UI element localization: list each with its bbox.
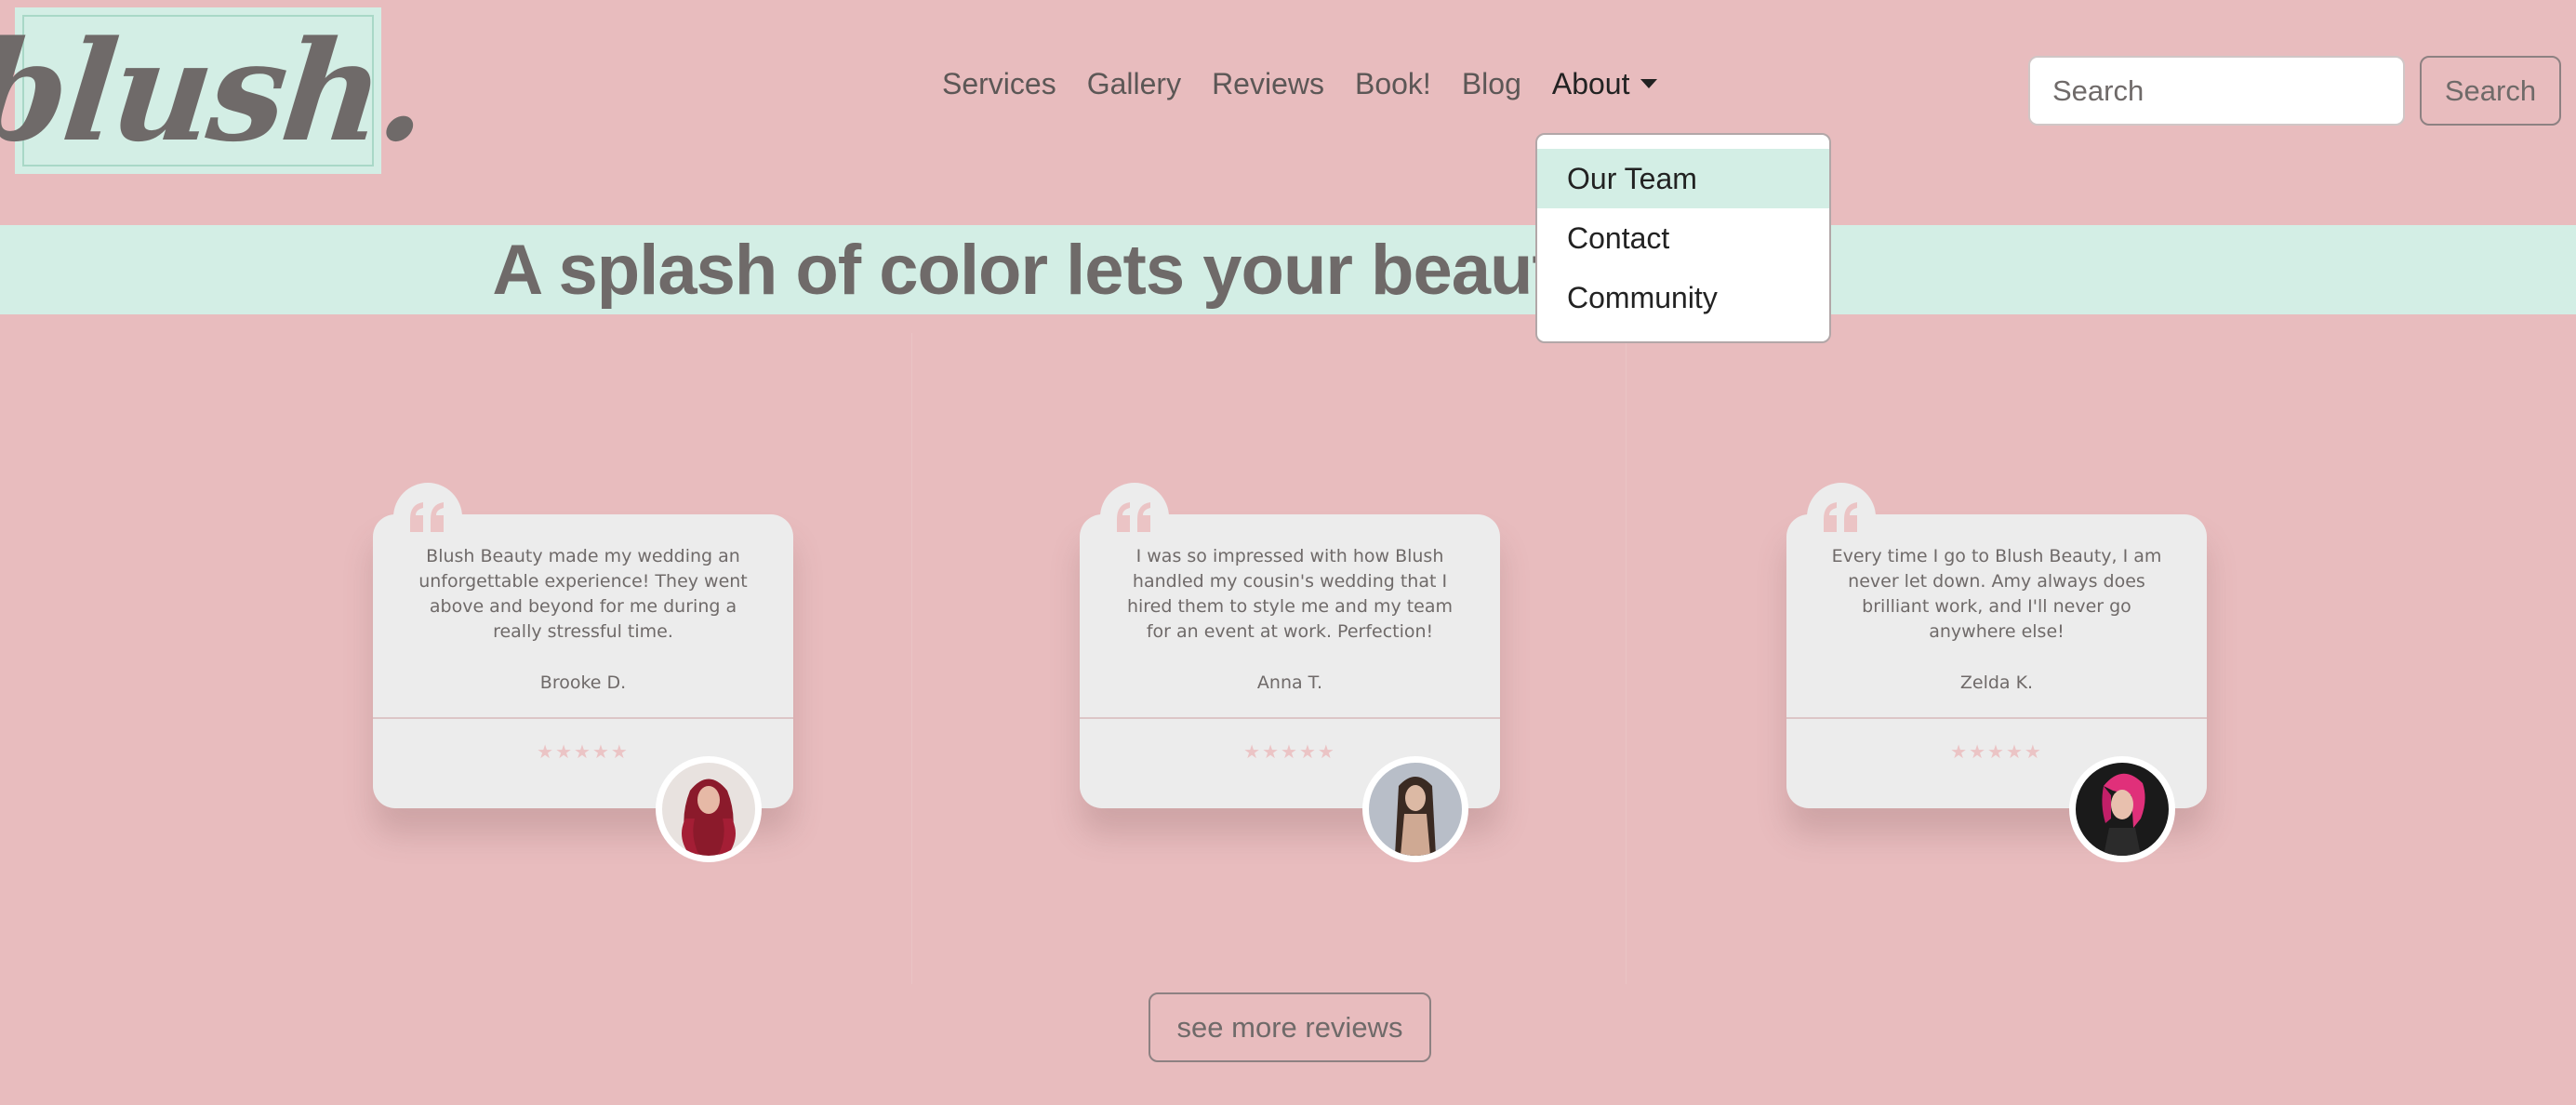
card-divider: [1786, 717, 2207, 719]
dropdown-item-our-team[interactable]: Our Team: [1537, 149, 1829, 208]
search-button[interactable]: Search: [2420, 56, 2561, 126]
nav-gallery[interactable]: Gallery: [1087, 67, 1181, 101]
see-more-reviews-button[interactable]: see more reviews: [1149, 992, 1431, 1062]
dropdown-item-community[interactable]: Community: [1537, 268, 1829, 327]
avatar: [2069, 756, 2175, 862]
avatar: [656, 756, 762, 862]
quote-icon: [393, 483, 462, 552]
avatar-photo: [662, 763, 755, 856]
nav-about-label: About: [1551, 67, 1630, 100]
search-input[interactable]: [2028, 56, 2405, 126]
nav-blog[interactable]: Blog: [1462, 67, 1521, 101]
review-text: Blush Beauty made my wedding an unforget…: [418, 546, 748, 642]
avatar: [1362, 756, 1468, 862]
nav-reviews[interactable]: Reviews: [1212, 67, 1324, 101]
avatar-photo: [2076, 763, 2169, 856]
about-dropdown-menu: Our Team Contact Community: [1535, 133, 1831, 343]
review-author: Zelda K.: [1959, 672, 2034, 693]
chevron-down-icon: [1640, 78, 1658, 88]
nav-about-dropdown-toggle[interactable]: About: [1552, 67, 1658, 101]
quote-icon: [1100, 483, 1169, 552]
avatar-photo: [1369, 763, 1462, 856]
brand-logo[interactable]: blush.: [0, 7, 432, 174]
card-divider: [373, 717, 793, 719]
quote-icon: [1807, 483, 1876, 552]
nav-book[interactable]: Book!: [1355, 67, 1431, 101]
logo-frame: blush.: [0, 10, 432, 172]
column-divider: [1626, 333, 1627, 984]
review-author: Anna T.: [1256, 672, 1323, 693]
column-divider: [911, 333, 912, 984]
hero-banner: A splash of color lets your beauty shine: [0, 225, 2576, 314]
main-nav: Services Gallery Reviews Book! Blog Abou…: [942, 67, 1688, 101]
review-author: Brooke D.: [539, 672, 627, 693]
logo-text: blush.: [0, 9, 433, 172]
review-card: Blush Beauty made my wedding an unforget…: [373, 483, 793, 862]
nav-services[interactable]: Services: [942, 67, 1056, 101]
review-card: Every time I go to Blush Beauty, I am ne…: [1786, 483, 2207, 862]
dropdown-item-contact[interactable]: Contact: [1537, 208, 1829, 268]
review-text: Every time I go to Blush Beauty, I am ne…: [1831, 546, 2162, 642]
review-card: I was so impressed with how Blush handle…: [1080, 483, 1500, 862]
reviews-section: Blush Beauty made my wedding an unforget…: [0, 314, 2576, 993]
card-divider: [1080, 717, 1500, 719]
review-text: I was so impressed with how Blush handle…: [1126, 546, 1454, 642]
